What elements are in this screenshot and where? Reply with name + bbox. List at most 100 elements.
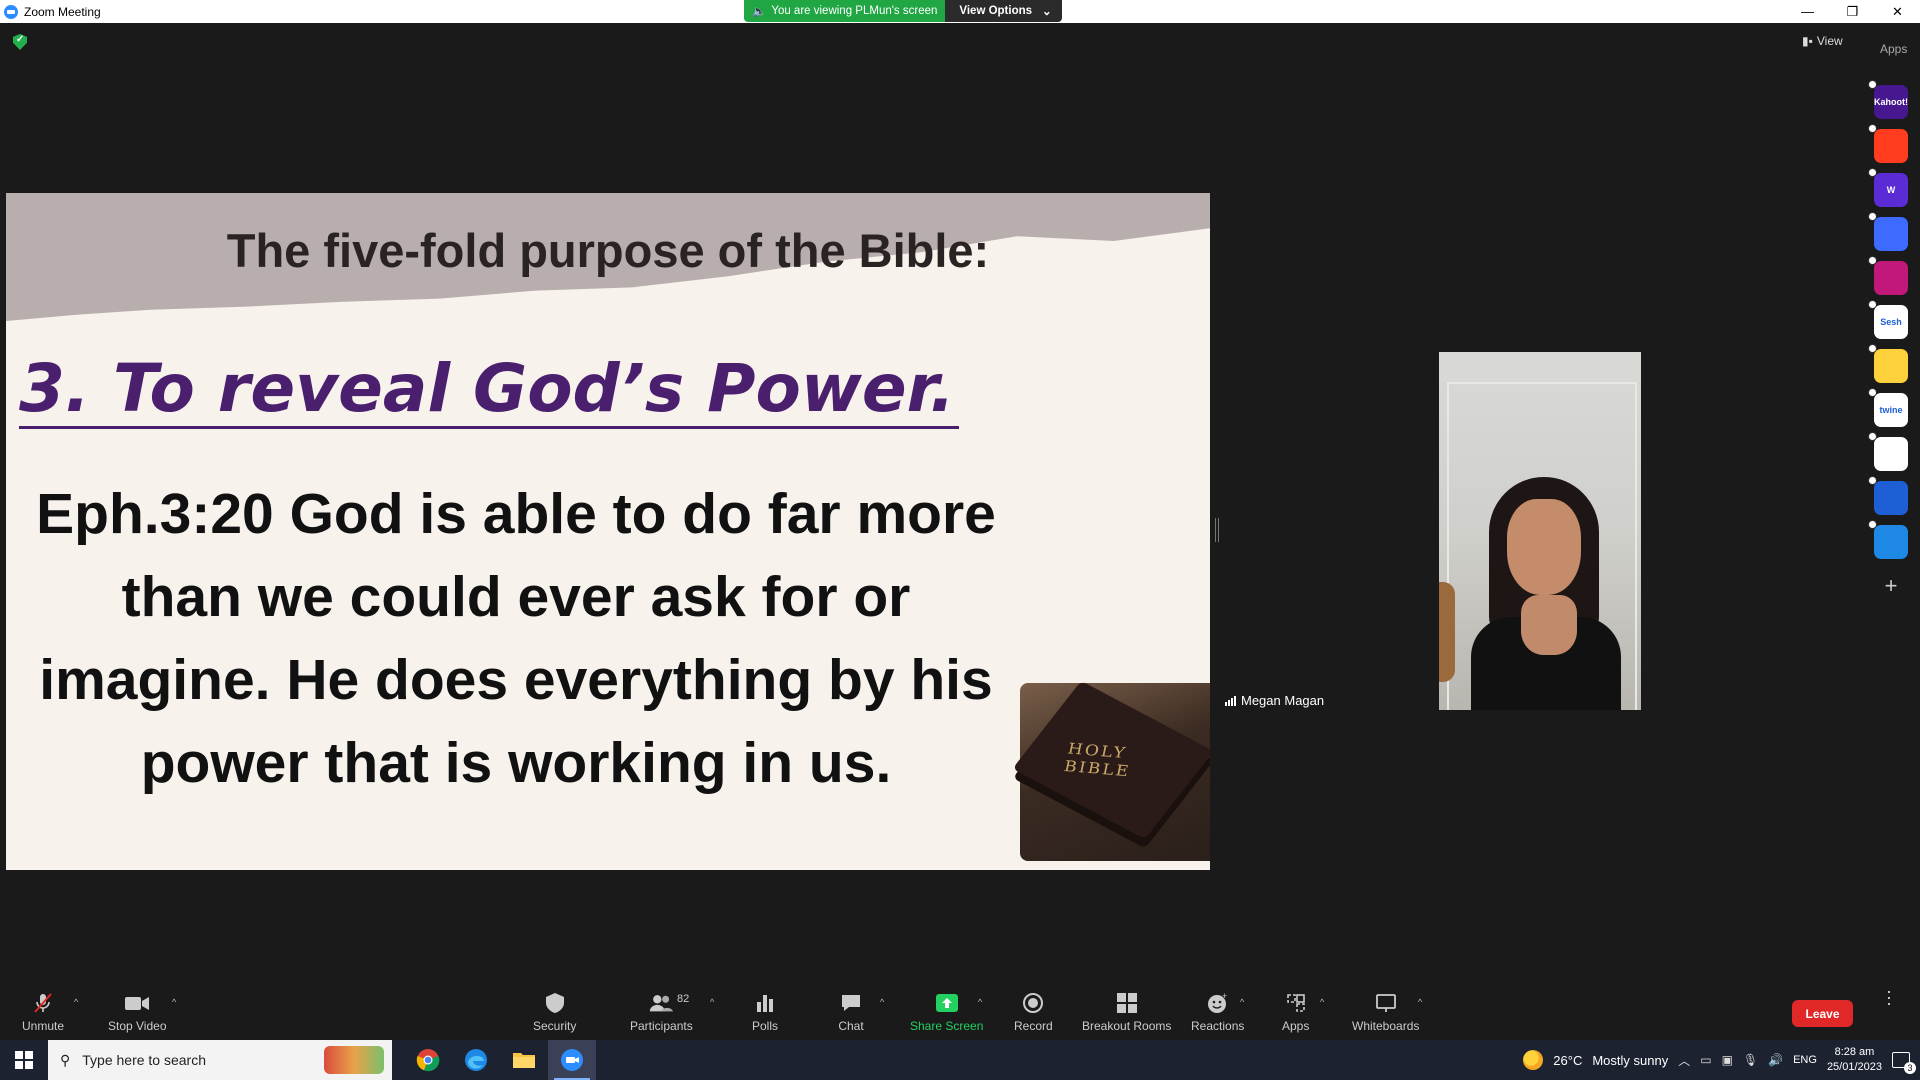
breakout-rooms-button[interactable]: Breakout Rooms (1082, 992, 1171, 1033)
zoom-logo-icon (4, 4, 18, 19)
security-button[interactable]: Security (533, 992, 576, 1033)
connection-signal-icon (1225, 695, 1236, 706)
app-badge-dot-icon (1868, 344, 1877, 353)
app-label: twine (1879, 405, 1903, 415)
whiteboards-options-caret-icon[interactable]: ^ (1418, 997, 1422, 1007)
close-icon[interactable]: ✕ (1875, 0, 1920, 23)
participants-count: 82 (677, 993, 690, 1005)
reactions-smiley-icon: + (1205, 992, 1231, 1014)
share-screen-button[interactable]: Share Screen (910, 992, 983, 1033)
weather-temperature[interactable]: 26°C (1553, 1053, 1582, 1068)
app-wooclap-icon[interactable]: W (1868, 168, 1908, 207)
chat-label: Chat (838, 1019, 864, 1033)
video-options-caret-icon[interactable]: ^ (172, 997, 176, 1007)
record-icon (1020, 992, 1046, 1014)
unmute-button[interactable]: Unmute (22, 992, 64, 1033)
taskbar-time: 8:28 am (1834, 1046, 1875, 1058)
unmute-label: Unmute (22, 1019, 65, 1033)
participants-options-caret-icon[interactable]: ^ (710, 997, 714, 1007)
whiteboards-button[interactable]: Whiteboards (1352, 992, 1419, 1033)
restore-icon[interactable]: ❐ (1830, 0, 1875, 23)
chat-button[interactable]: Chat (838, 992, 864, 1033)
share-screen-label: Share Screen (910, 1019, 984, 1033)
taskbar-clock[interactable]: 8:28 am 25/01/2023 (1827, 1045, 1882, 1075)
edge-app-button[interactable] (452, 1040, 500, 1080)
viewing-screen-text: You are viewing PLMun's screen (771, 5, 938, 17)
app-badge-dot-icon (1868, 168, 1877, 177)
app-app-emoji-icon[interactable] (1868, 344, 1908, 383)
app-app-blue-ring-icon[interactable] (1868, 212, 1908, 251)
search-highlight-image (324, 1046, 384, 1074)
share-options-caret-icon[interactable]: ^ (978, 997, 982, 1007)
start-button[interactable] (0, 1040, 48, 1080)
reactions-button[interactable]: + Reactions (1191, 992, 1244, 1033)
windows-taskbar: ⚲ Type here to search 26°C Mostly sunny … (0, 1040, 1920, 1080)
app-sesh-icon[interactable]: Sesh (1868, 300, 1908, 339)
view-button[interactable]: ▮▪ View (1802, 34, 1843, 48)
app-badge-dot-icon (1868, 388, 1877, 397)
weather-sun-icon[interactable] (1523, 1050, 1544, 1070)
stop-video-button[interactable]: Stop Video (108, 992, 167, 1033)
app-badge-dot-icon (1868, 124, 1877, 133)
chevron-down-icon: ⌄ (1042, 6, 1052, 18)
app-app-stack-icon[interactable] (1868, 520, 1908, 559)
show-hidden-icons-chevron-icon[interactable]: ︿ (1678, 1052, 1690, 1069)
app-app-magenta-icon[interactable] (1868, 256, 1908, 295)
encryption-shield-icon[interactable] (13, 34, 27, 50)
app-twine-icon[interactable]: twine (1868, 388, 1908, 427)
apps-button[interactable]: Apps (1282, 992, 1309, 1033)
leave-button[interactable]: Leave (1792, 1000, 1853, 1027)
meet-now-icon[interactable]: ▭ (1700, 1053, 1711, 1067)
system-tray: 26°C Mostly sunny ︿ ▭ ▣ 🎙 🔊 ENG 8:28 am … (1523, 1040, 1920, 1080)
person-face (1507, 499, 1581, 595)
file-explorer-app-button[interactable] (500, 1040, 548, 1080)
participants-label: Participants (630, 1019, 693, 1033)
chrome-app-button[interactable] (404, 1040, 452, 1080)
app-app-sync-icon[interactable] (1868, 476, 1908, 515)
background-guitar (1439, 582, 1455, 682)
add-app-plus-icon[interactable]: + (1874, 569, 1908, 603)
breakout-rooms-grid-icon (1114, 992, 1140, 1014)
view-options-button[interactable]: View Options ⌄ (945, 0, 1062, 22)
participant-name-label: Megan Magan (1225, 693, 1324, 708)
reactions-options-caret-icon[interactable]: ^ (1240, 997, 1244, 1007)
viewing-screen-indicator: 🔈 You are viewing PLMun's screen (744, 0, 946, 22)
minimize-icon[interactable]: — (1785, 0, 1830, 23)
taskbar-date: 25/01/2023 (1826, 1061, 1882, 1073)
view-label: View (1816, 34, 1843, 48)
zoom-app-button[interactable] (548, 1040, 596, 1080)
chat-bubble-icon (838, 992, 864, 1014)
apps-label: Apps (1282, 1019, 1310, 1033)
network-icon[interactable]: ▣ (1722, 1053, 1733, 1067)
microphone-icon[interactable]: 🎙 (1743, 1053, 1758, 1067)
audio-options-caret-icon[interactable]: ^ (74, 997, 78, 1007)
video-camera-icon (124, 992, 150, 1014)
share-screen-icon (934, 992, 960, 1014)
folder-icon (513, 1053, 535, 1068)
split-view-handle[interactable] (1215, 518, 1219, 542)
input-language[interactable]: ENG (1793, 1054, 1817, 1066)
apps-options-caret-icon[interactable]: ^ (1320, 997, 1324, 1007)
participant-video-tile[interactable] (1439, 352, 1641, 710)
chat-options-caret-icon[interactable]: ^ (880, 997, 884, 1007)
volume-icon[interactable]: 🔊 (1768, 1053, 1783, 1067)
app-badge-dot-icon (1868, 520, 1877, 529)
app-kahoot-icon[interactable]: Kahoot! (1868, 80, 1908, 119)
notification-center-icon[interactable]: 3 (1892, 1052, 1916, 1074)
taskbar-search-box[interactable]: ⚲ Type here to search (48, 1040, 392, 1080)
security-label: Security (533, 1019, 577, 1033)
record-button[interactable]: Record (1014, 992, 1053, 1033)
more-options-icon[interactable]: · · · (1886, 982, 1892, 1012)
search-icon: ⚲ (60, 1051, 71, 1068)
mic-muted-icon (30, 992, 56, 1014)
slide-title: The five-fold purpose of the Bible: (226, 224, 990, 277)
app-app-red-icon[interactable] (1868, 124, 1908, 163)
app-app-grid-icon[interactable] (1868, 432, 1908, 471)
apps-sidebar: Kahoot! W Sesh twine + (1868, 80, 1914, 603)
screen-share-banner: 🔈 You are viewing PLMun's screen View Op… (744, 0, 1062, 22)
weather-description[interactable]: Mostly sunny (1592, 1053, 1668, 1068)
polls-button[interactable]: Polls (752, 992, 778, 1033)
shared-screen-slide: The five-fold purpose of the Bible: 3. T… (6, 193, 1210, 870)
app-badge-dot-icon (1868, 300, 1877, 309)
apps-panel-label: Apps (1880, 42, 1908, 56)
